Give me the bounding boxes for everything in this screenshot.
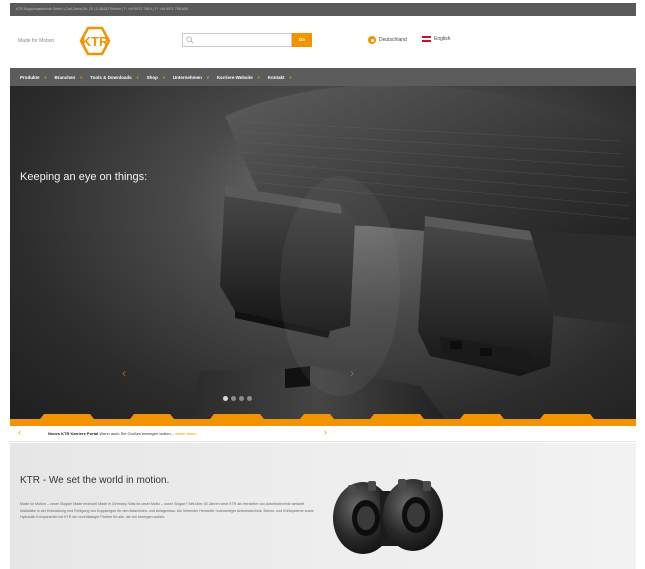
search-go-button[interactable]: Go: [292, 33, 312, 47]
chevron-down-icon: ▼: [79, 74, 84, 80]
news-item[interactable]: Neues KTR Karriere Portal Wenn auch Sie …: [48, 431, 196, 436]
orange-stripe-decoration: [10, 414, 636, 426]
chevron-right-icon[interactable]: ›: [350, 366, 354, 380]
nav-item-label: Produkte: [20, 74, 40, 80]
intro-title: KTR - We set the world in motion.: [20, 475, 170, 486]
chevron-down-icon: ▼: [135, 74, 140, 80]
chevron-down-icon: ▼: [205, 74, 210, 80]
search-input[interactable]: [183, 40, 291, 52]
chevron-left-icon[interactable]: ‹: [122, 366, 126, 380]
news-text: Wenn auch Sie Großes bewegen wollen...: [98, 431, 176, 436]
language-en-label: English: [434, 36, 451, 42]
chevron-down-icon: ▼: [161, 74, 166, 80]
nav-item-produkte[interactable]: Produkte ▼: [20, 75, 47, 80]
location-pin-icon: [368, 36, 376, 44]
nav-item-karriere[interactable]: Karriere-Website ▼: [217, 75, 261, 80]
slider-dot[interactable]: [247, 396, 252, 401]
coupling-product-image: [333, 479, 443, 554]
uk-flag-icon: [422, 36, 431, 42]
hero-slider: Keeping an eye on things: ‹ ›: [10, 86, 636, 426]
nav-item-kontakt[interactable]: Kontakt ▼: [268, 75, 293, 80]
nav-item-branchen[interactable]: Branchen ▼: [54, 75, 83, 80]
language-en[interactable]: English: [422, 36, 450, 42]
slider-dot[interactable]: [231, 396, 236, 401]
language-de[interactable]: Deutschland: [368, 36, 407, 44]
slider-dots: [223, 396, 252, 401]
hero-image: [190, 86, 636, 426]
search-box[interactable]: [182, 33, 292, 52]
news-ticker: ‹ Neues KTR Karriere Portal Wenn auch Si…: [10, 426, 636, 442]
nav-item-label: Branchen: [54, 74, 76, 80]
nav-item-label: Tools & Downloads: [90, 74, 132, 80]
hero-title: Keeping an eye on things:: [20, 171, 148, 183]
search-icon: [186, 36, 194, 44]
intro-text: Made for Motion – unser Slogan! Made bed…: [20, 502, 314, 519]
nav-item-tools-downloads[interactable]: Tools & Downloads ▼: [90, 75, 139, 80]
news-headline: Neues KTR Karriere Portal: [48, 431, 99, 436]
chevron-down-icon: ▼: [288, 74, 293, 80]
top-info-text: KTR Kupplungstechnik GmbH | Carl-Zeiss-S…: [16, 7, 188, 11]
main-navigation: Produkte ▼ Branchen ▼ Tools & Downloads …: [10, 68, 636, 86]
brand-tagline: Made for Motion: [18, 38, 55, 44]
page: KTR Kupplungstechnik GmbH | Carl-Zeiss-S…: [0, 0, 645, 569]
nav-item-label: Kontakt: [267, 74, 285, 80]
intro-section: KTR - We set the world in motion. Made f…: [10, 443, 636, 569]
ktr-logo[interactable]: KTR: [77, 26, 113, 56]
header: Made for Motion KTR Go Deutschland Engli…: [10, 16, 636, 68]
logo-text: KTR: [82, 34, 109, 49]
chevron-down-icon: ▼: [256, 74, 261, 80]
read-more-link[interactable]: weiter lesen: [175, 431, 196, 436]
chevron-down-icon: ▼: [43, 74, 48, 80]
nav-item-label: Shop: [146, 74, 158, 80]
language-de-label: Deutschland: [379, 37, 407, 43]
nav-item-unternehmen[interactable]: Unternehmen ▼: [173, 75, 210, 80]
nav-item-label: Unternehmen: [172, 74, 202, 80]
top-info-bar: KTR Kupplungstechnik GmbH | Carl-Zeiss-S…: [10, 3, 636, 16]
slider-dot[interactable]: [223, 396, 228, 401]
chevron-left-icon[interactable]: ‹: [18, 427, 21, 437]
slider-dot[interactable]: [239, 396, 244, 401]
chevron-right-icon[interactable]: ›: [324, 427, 327, 437]
nav-item-label: Karriere-Website: [216, 74, 253, 80]
nav-item-shop[interactable]: Shop ▼: [147, 75, 166, 80]
